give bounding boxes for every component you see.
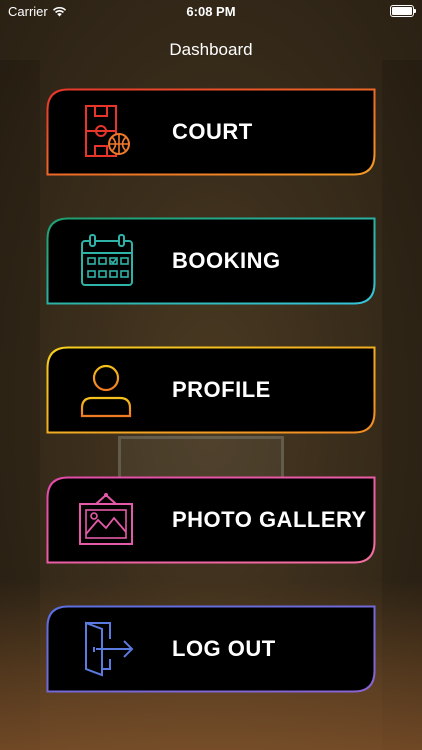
photo-gallery-button[interactable]: PHOTO GALLERY	[46, 476, 376, 564]
battery-icon	[390, 5, 416, 17]
photo-gallery-label: PHOTO GALLERY	[172, 507, 367, 532]
photo-frame-icon	[79, 493, 133, 545]
status-time: 6:08 PM	[186, 4, 236, 19]
status-bar: Carrier 6:08 PM	[0, 0, 422, 22]
booking-button[interactable]: BOOKING	[46, 217, 376, 305]
basketball-court-icon	[85, 105, 130, 157]
booking-label: BOOKING	[172, 248, 281, 273]
court-button[interactable]: COURT	[46, 88, 376, 176]
page-title: Dashboard	[169, 40, 253, 59]
logout-icon	[85, 621, 134, 677]
profile-label: PROFILE	[172, 377, 271, 402]
court-label: COURT	[172, 119, 253, 144]
log-out-label: LOG OUT	[172, 636, 276, 661]
calendar-icon	[81, 234, 133, 286]
user-icon	[80, 364, 132, 418]
log-out-button[interactable]: LOG OUT	[46, 605, 376, 693]
profile-button[interactable]: PROFILE	[46, 346, 376, 434]
